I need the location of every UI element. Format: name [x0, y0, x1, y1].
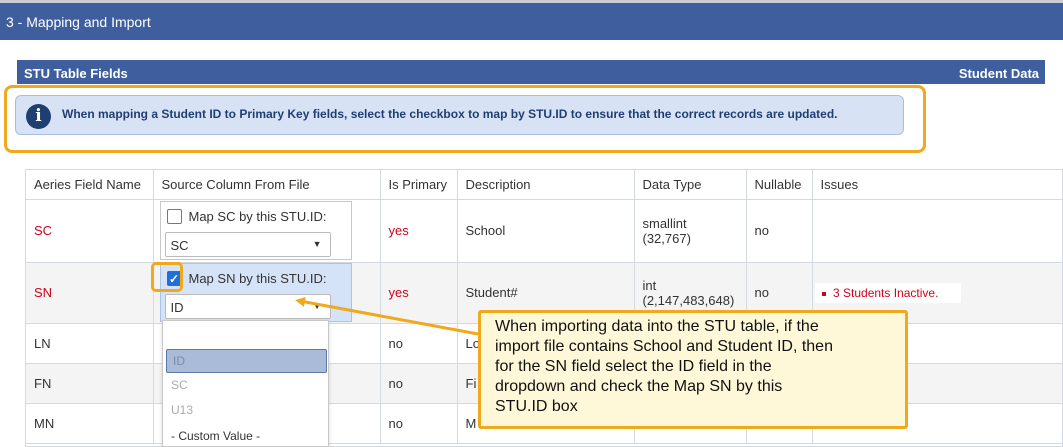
is-primary: no	[380, 323, 458, 364]
field-name: MN	[26, 403, 154, 444]
bullet-icon	[822, 291, 826, 296]
callout-line: import file contains School and Student …	[495, 338, 833, 355]
panel-header: STU Table Fields Student Data	[17, 60, 1045, 84]
nullable: no	[746, 199, 813, 263]
chevron-down-icon: ▼	[312, 239, 322, 249]
data-type-range: (32,767)	[642, 230, 691, 246]
select-value: SC	[170, 238, 189, 253]
dropdown-option[interactable]: U13	[165, 399, 326, 423]
dropdown-list: ID SC U13 - Custom Value -	[162, 320, 329, 447]
map-by-id-box: Map SC by this STU.ID: SC ▼	[159, 201, 352, 260]
data-type-name: smallint	[642, 215, 687, 231]
is-primary: yes	[380, 199, 458, 263]
info-icon: i	[26, 104, 51, 129]
source-column-select[interactable]: ID ▼	[164, 294, 331, 319]
col-header-is-primary[interactable]: Is Primary	[380, 170, 458, 200]
field-name: LN	[26, 323, 154, 364]
callout-line: dropdown and check the Map SN by this	[495, 378, 783, 395]
callout-line: STU.ID box	[495, 398, 578, 415]
col-header-aeries-field[interactable]: Aeries Field Name	[26, 170, 154, 200]
dropdown-option[interactable]: - Custom Value -	[165, 425, 326, 447]
field-name: SC	[26, 199, 154, 263]
source-column-cell: Map SC by this STU.ID: SC ▼	[153, 199, 381, 263]
is-primary: yes	[380, 262, 458, 324]
issue-badge[interactable]: 3 Students Inactive.	[815, 283, 961, 303]
is-primary: no	[380, 363, 458, 404]
callout-line: for the SN field select the ID field in …	[495, 358, 772, 375]
description: School	[457, 199, 635, 263]
section-header[interactable]: 3 - Mapping and Import	[0, 3, 1063, 40]
map-sc-checkbox[interactable]	[166, 209, 182, 224]
checkbox-highlight-outline	[151, 262, 183, 292]
col-header-data-type[interactable]: Data Type	[634, 170, 747, 200]
chevron-down-icon: ▼	[312, 301, 322, 311]
info-text: When mapping a Student ID to Primary Key…	[62, 107, 838, 121]
map-sn-label[interactable]: Map SN by this STU.ID:	[189, 271, 327, 286]
info-banner: i When mapping a Student ID to Primary K…	[15, 95, 904, 135]
dropdown-search-input[interactable]	[163, 321, 328, 346]
col-header-nullable[interactable]: Nullable	[746, 170, 813, 200]
map-by-id-box: ✓ Map SN by this STU.ID: ID ▼	[159, 263, 352, 322]
table-header-row: Aeries Field Name Source Column From Fil…	[26, 170, 1062, 200]
field-name: SN	[26, 262, 154, 324]
data-type: smallint (32,767)	[634, 199, 747, 263]
callout-box: When importing data into the STU table, …	[478, 310, 908, 429]
dropdown-option[interactable]: SC	[165, 374, 326, 398]
source-column-select[interactable]: SC ▼	[164, 232, 331, 257]
section-title: 3 - Mapping and Import	[6, 14, 151, 30]
col-header-source-column[interactable]: Source Column From File	[153, 170, 381, 200]
issues	[812, 199, 1062, 263]
select-value: ID	[170, 300, 184, 315]
source-column-cell: ✓ Map SN by this STU.ID: ID ▼	[153, 262, 381, 324]
panel-right-label: Student Data	[958, 66, 1039, 81]
panel-title: STU Table Fields	[24, 66, 128, 81]
table-row: SC Map SC by this STU.ID: SC ▼ yes Schoo…	[26, 199, 1062, 263]
field-name: FN	[26, 363, 154, 404]
dropdown-option[interactable]: ID	[166, 349, 327, 373]
col-header-issues[interactable]: Issues	[812, 170, 1062, 200]
callout-line: When importing data into the STU table, …	[495, 318, 819, 335]
map-sc-label[interactable]: Map SC by this STU.ID:	[189, 209, 327, 224]
data-type-range: (2,147,483,648)	[642, 292, 735, 308]
col-header-description[interactable]: Description	[457, 170, 635, 200]
issue-text: 3 Students Inactive.	[833, 286, 939, 300]
data-type-name: int	[642, 277, 657, 293]
is-primary: no	[380, 403, 458, 444]
